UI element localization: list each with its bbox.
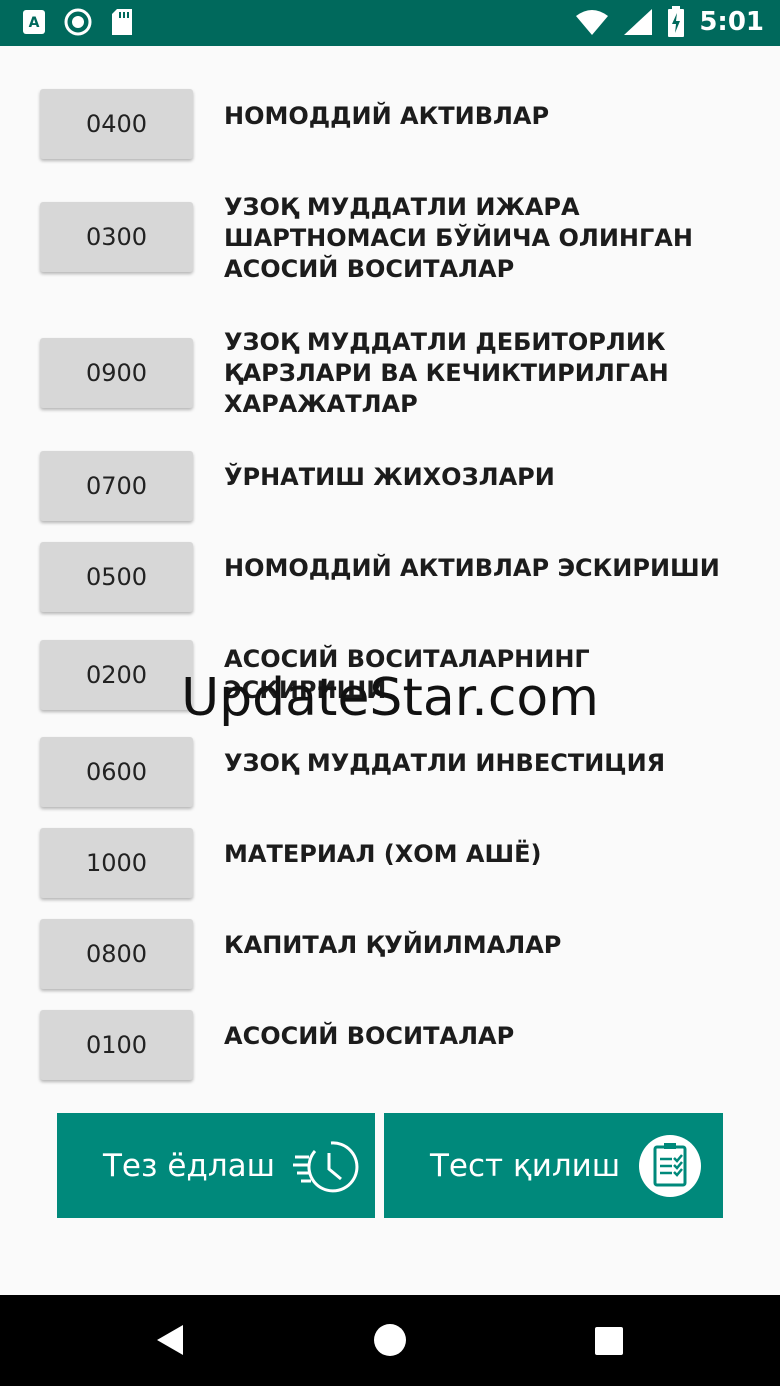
navigation-bar: [0, 1295, 780, 1386]
speed-learn-label: Тез ёдлаш: [103, 1147, 276, 1184]
status-bar: A 5:01: [0, 0, 780, 46]
test-button[interactable]: Тест қилиш: [384, 1113, 723, 1218]
account-name: НОМОДДИЙ АКТИВЛАР: [224, 102, 550, 130]
back-icon[interactable]: [155, 1323, 187, 1357]
account-name: ЎРНАТИШ ЖИХОЗЛАРИ: [224, 463, 555, 491]
signal-icon: [624, 9, 653, 35]
battery-charging-icon: [668, 6, 685, 37]
account-name: УЗОҚ МУДДАТЛИ ИНВЕСТИЦИЯ: [224, 749, 666, 777]
account-code-button[interactable]: 0300: [40, 202, 193, 272]
account-code-button[interactable]: 0800: [40, 919, 193, 989]
fast-clock-icon: [293, 1141, 359, 1193]
wifi-icon: [576, 10, 609, 35]
account-name: НОМОДДИЙ АКТИВЛАР ЭСКИРИШИ: [224, 554, 720, 582]
account-name: УЗОҚ МУДДАТЛИ ДЕБИТОРЛИК ҚАРЗЛАРИ ВА КЕЧ…: [224, 328, 669, 418]
account-code-button[interactable]: 1000: [40, 828, 193, 898]
account-name: АСОСИЙ ВОСИТАЛАР: [224, 1022, 515, 1050]
recents-icon[interactable]: [594, 1326, 624, 1356]
svg-text:A: A: [29, 15, 40, 31]
account-code-button[interactable]: 0500: [40, 542, 193, 612]
account-name: КАПИТАЛ ҚУЙИЛМАЛАР: [224, 931, 562, 959]
record-icon: [64, 8, 92, 36]
account-code-button[interactable]: 0900: [40, 338, 193, 408]
account-name: МАТЕРИАЛ (ХОМ АШЁ): [224, 840, 542, 868]
account-code-button[interactable]: 0200: [40, 640, 193, 710]
account-code-button[interactable]: 0700: [40, 451, 193, 521]
checklist-icon: [639, 1135, 701, 1197]
account-code-button[interactable]: 0100: [40, 1010, 193, 1080]
app-a-icon: A: [23, 10, 45, 34]
account-name: АСОСИЙ ВОСИТАЛАРНИНГ ЭСКИРИШИ: [224, 645, 590, 704]
sd-card-icon: [112, 9, 132, 35]
account-code-button[interactable]: 0600: [40, 737, 193, 807]
home-icon[interactable]: [373, 1323, 407, 1357]
account-code-button[interactable]: 0400: [40, 89, 193, 159]
test-label: Тест қилиш: [430, 1147, 621, 1184]
speed-learn-button[interactable]: Тез ёдлаш: [57, 1113, 375, 1218]
account-name: УЗОҚ МУДДАТЛИ ИЖАРА ШАРТНОМАСИ БЎЙИЧА ОЛ…: [224, 193, 693, 283]
status-time: 5:01: [699, 7, 764, 37]
